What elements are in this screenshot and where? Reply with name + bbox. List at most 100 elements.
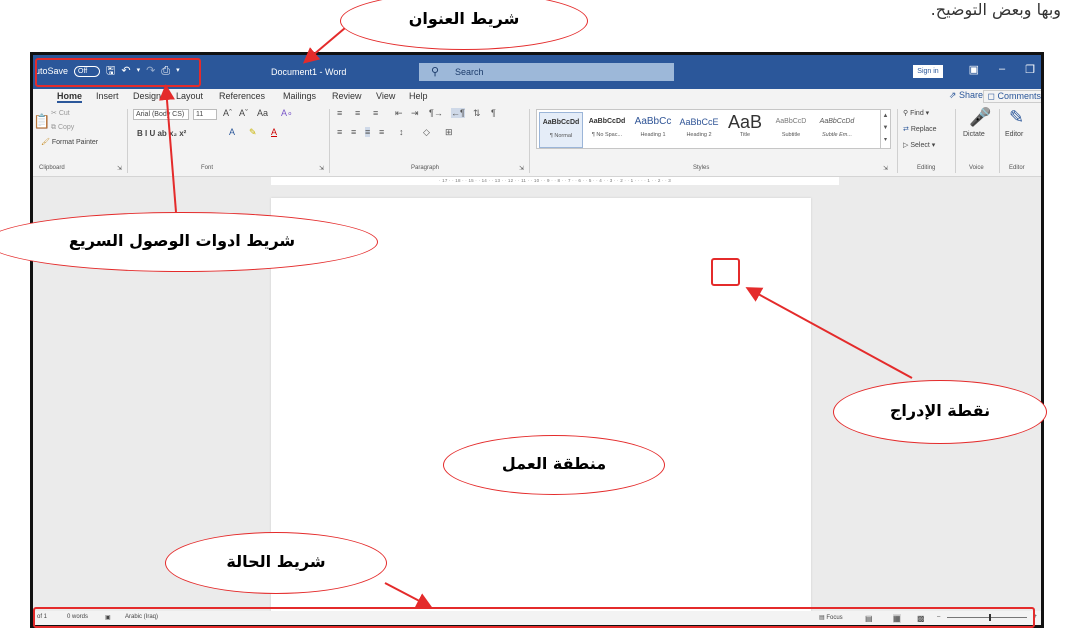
status-bar-annotation-text: شريط الحالة — [226, 552, 326, 571]
tab-insert[interactable]: Insert — [96, 91, 119, 101]
font-size-select[interactable]: 11 — [193, 109, 217, 120]
align-right-icon[interactable]: ≡ — [365, 127, 371, 137]
style-label: Heading 1 — [640, 132, 666, 138]
find-icon: ⚲ — [903, 110, 909, 117]
style-sample: AaBbCcD — [775, 118, 807, 125]
font-color-icon[interactable]: A — [271, 127, 277, 137]
quick-access-highlight — [35, 58, 201, 87]
ribbon: 📋 ✂ Cut ⧉ Copy 🖌 Format Painter Clipboar… — [33, 105, 1041, 177]
tab-home[interactable]: Home — [57, 91, 83, 103]
search-input[interactable]: ⚲ Search — [419, 63, 674, 81]
voice-group-label: Voice — [969, 165, 984, 171]
tab-layout[interactable]: Layout — [176, 91, 203, 101]
font-launcher-icon[interactable]: ⇲ — [319, 165, 324, 172]
style-heading-2[interactable]: AaBbCcE Heading 2 — [677, 112, 721, 148]
style-subtitle[interactable]: AaBbCcD Subtitle — [769, 112, 813, 148]
insertion-point-annotation: نقطة الإدراج — [833, 380, 1047, 444]
style-heading-1[interactable]: AaBbCc Heading 1 — [631, 112, 675, 148]
style-label: Title — [739, 132, 751, 138]
line-spacing-icon[interactable]: ↕ — [399, 127, 404, 137]
restore-icon[interactable]: ❐ — [1025, 63, 1035, 76]
cut-label: Cut — [58, 110, 70, 117]
share-button[interactable]: ⇗ Share — [949, 90, 983, 101]
status-bar-highlight — [33, 607, 1035, 628]
styles-launcher-icon[interactable]: ⇲ — [883, 165, 888, 172]
divider — [127, 109, 128, 173]
font-format-buttons[interactable]: B I U ab x₂ x² — [137, 129, 186, 138]
minimize-icon[interactable]: – — [999, 63, 1005, 76]
tab-mailings[interactable]: Mailings — [283, 91, 316, 101]
paste-icon[interactable]: 📋 — [33, 113, 50, 130]
select-button[interactable]: ▷ Select ▾ — [903, 141, 935, 149]
cut-icon: ✂ — [51, 110, 57, 117]
paragraph-group-label: Paragraph — [411, 165, 440, 171]
align-center-icon[interactable]: ≡ — [351, 127, 356, 137]
tab-review[interactable]: Review — [332, 91, 362, 101]
divider — [529, 109, 530, 173]
align-left-icon[interactable]: ≡ — [337, 127, 342, 137]
clipboard-launcher-icon[interactable]: ⇲ — [117, 165, 122, 172]
style-sample: AaBbCcDd — [819, 118, 855, 125]
sign-in-button[interactable]: Sign in — [913, 65, 943, 78]
sort-icon[interactable]: ⇅ — [473, 108, 481, 119]
comments-button[interactable]: ◻ Comments — [983, 90, 1041, 103]
style-sample: AaBbCcE — [679, 117, 719, 127]
borders-icon[interactable]: ⊞ — [445, 127, 453, 138]
copy-button[interactable]: ⧉ Copy — [51, 124, 74, 132]
justify-icon[interactable]: ≡ — [379, 127, 384, 137]
cropped-caption-text: وبها وبعض التوضيح. — [930, 0, 1061, 19]
find-button[interactable]: ⚲ Find ▾ — [903, 109, 929, 117]
editor-label: Editor — [1005, 131, 1024, 138]
styles-scroll[interactable]: ▲ ▼ ▾ — [880, 110, 890, 148]
microphone-icon[interactable]: 🎤 — [969, 107, 991, 128]
style-normal[interactable]: AaBbCcDd ¶ Normal — [539, 112, 583, 148]
editor-group-label: Editor — [1009, 165, 1025, 171]
ltr-icon[interactable]: ¶→ — [429, 108, 443, 118]
tab-view[interactable]: View — [376, 91, 395, 101]
rtl-icon[interactable]: ←¶ — [451, 108, 465, 118]
grow-font-icon[interactable]: Aˆ — [223, 108, 232, 118]
horizontal-ruler[interactable]: · 17 · · 18 · · 15 · · 14 · · 13 · · 12 … — [271, 177, 839, 185]
style-sample: AaB — [727, 112, 763, 132]
clipboard-group-label: Clipboard — [39, 165, 65, 171]
style-sample: AaBbCcDd — [588, 118, 626, 125]
window-controls: ▣ – ❐ — [969, 63, 1035, 76]
highlight-icon[interactable]: ✎ — [249, 127, 257, 138]
decrease-indent-icon[interactable]: ⇤ — [395, 108, 403, 119]
cut-button[interactable]: ✂ Cut — [51, 109, 70, 117]
change-case-button[interactable]: Aa — [257, 108, 268, 118]
paragraph-launcher-icon[interactable]: ⇲ — [519, 165, 524, 172]
tab-references[interactable]: References — [219, 91, 265, 101]
clear-formatting-icon[interactable]: A∘ — [281, 108, 293, 119]
show-marks-icon[interactable]: ¶ — [491, 108, 496, 118]
styles-group-label: Styles — [693, 165, 710, 171]
numbering-icon[interactable]: ≡ — [355, 108, 360, 118]
font-group-label: Font — [201, 165, 214, 171]
comments-label: Comments — [997, 91, 1041, 101]
multilevel-list-icon[interactable]: ≡ — [373, 108, 378, 118]
increase-indent-icon[interactable]: ⇥ — [411, 108, 419, 119]
comment-icon: ◻ — [987, 91, 995, 101]
search-icon: ⚲ — [431, 66, 440, 78]
format-painter-button[interactable]: 🖌 Format Painter — [41, 138, 98, 146]
style-title[interactable]: AaB Title — [723, 112, 767, 148]
style-label: Heading 2 — [686, 132, 712, 138]
shading-icon[interactable]: ◇ — [423, 127, 430, 138]
style-label: Subtle Em... — [822, 132, 852, 138]
bullets-icon[interactable]: ≡ — [337, 108, 342, 118]
style-sample: AaBbCc — [634, 116, 672, 127]
style-no-spacing[interactable]: AaBbCcDd ¶ No Spac... — [585, 112, 629, 148]
search-placeholder: Search — [455, 67, 484, 77]
style-label: Subtitle — [781, 132, 801, 138]
style-subtle-emphasis[interactable]: AaBbCcDd Subtle Em... — [815, 112, 859, 148]
tab-design[interactable]: Design — [133, 91, 161, 101]
ribbon-display-options-icon[interactable]: ▣ — [969, 63, 979, 76]
font-name-select[interactable]: Arial (Body CS) — [133, 109, 189, 120]
annotated-screenshot: وبها وبعض التوضيح. utoSave Off 🖫 ↶ ▾ ↷ ⎙… — [0, 0, 1079, 633]
text-effects-icon[interactable]: A — [229, 127, 235, 137]
shrink-font-icon[interactable]: Aˇ — [239, 108, 248, 118]
tab-help[interactable]: Help — [409, 91, 428, 101]
style-sample: AaBbCcDd — [542, 119, 580, 126]
editor-icon[interactable]: ✎ — [1009, 107, 1024, 128]
replace-button[interactable]: ⇄ Replace — [903, 125, 937, 133]
